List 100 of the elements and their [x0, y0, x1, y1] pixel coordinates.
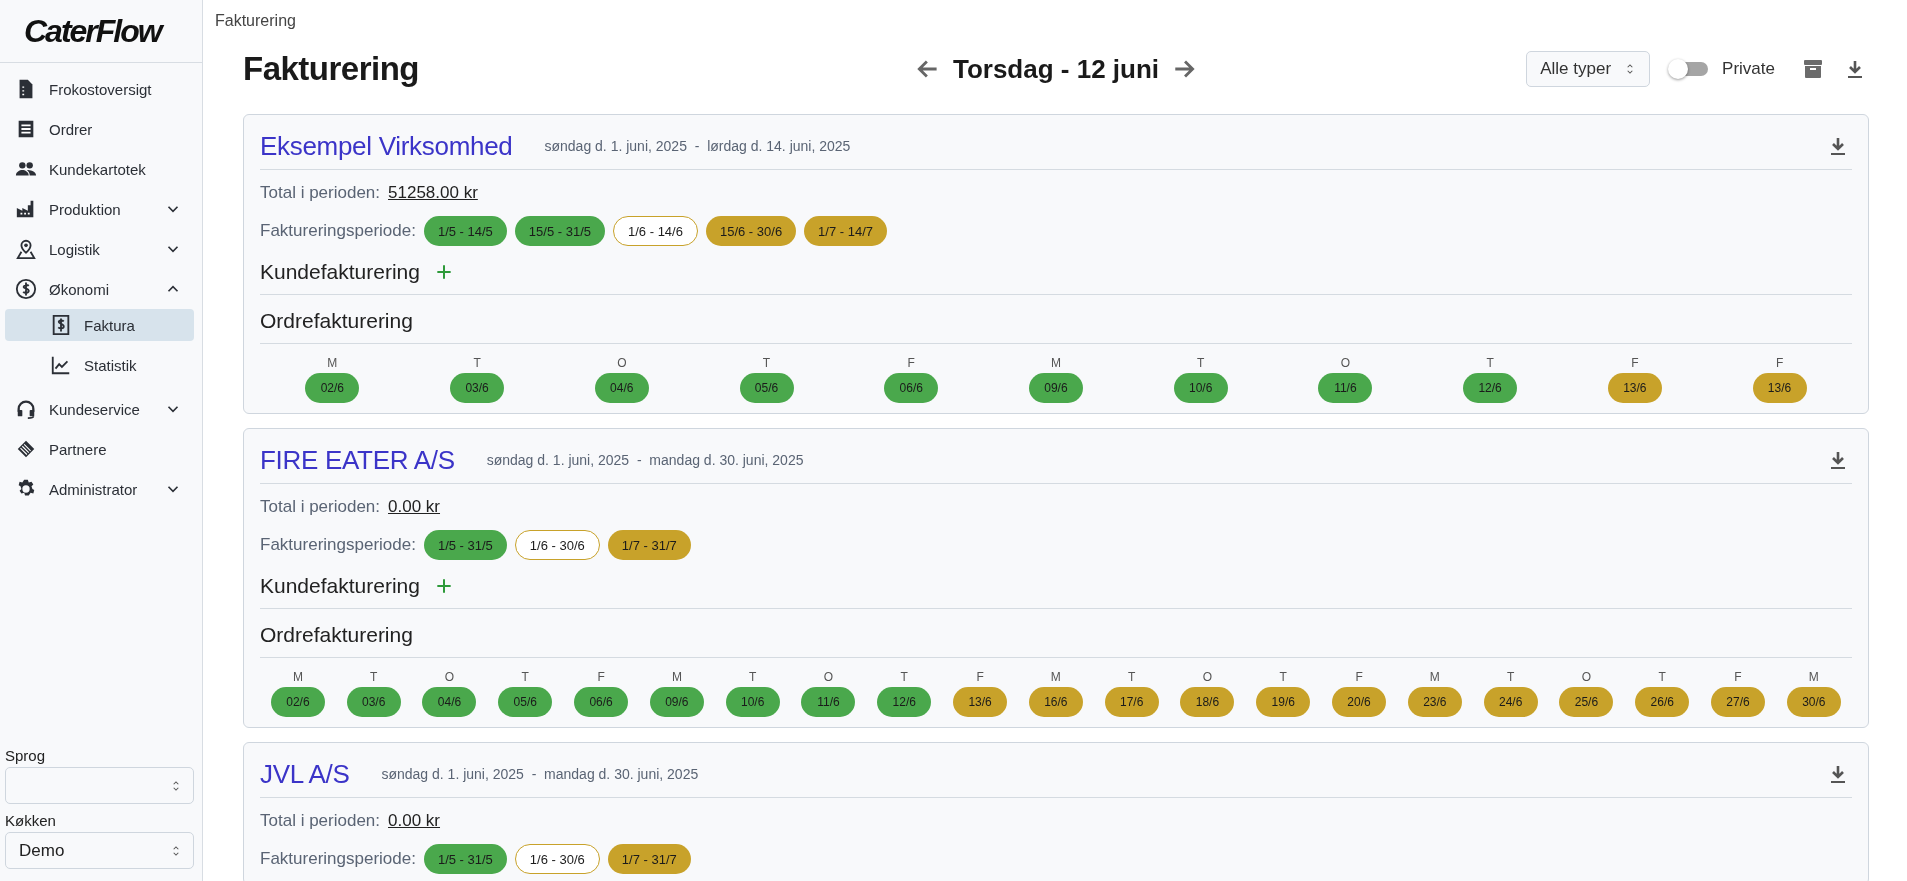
nav-item[interactable]: Kundekartotek	[0, 149, 202, 189]
period-chip[interactable]: 15/5 - 31/5	[514, 216, 605, 246]
toggle-label: Private	[1722, 59, 1775, 79]
day-chip[interactable]: 05/6	[498, 687, 553, 717]
weekday-label: F	[1734, 670, 1742, 684]
day-chip[interactable]: 09/6	[1028, 373, 1083, 403]
period-chip[interactable]: 1/7 - 14/7	[804, 216, 888, 246]
total-label: Total i perioden:	[260, 497, 381, 517]
period-chip[interactable]: 1/5 - 31/5	[423, 844, 507, 874]
day-chip[interactable]: 02/6	[270, 687, 325, 717]
day-chip[interactable]: 16/6	[1028, 687, 1083, 717]
nav-item[interactable]: Kundeservice	[0, 389, 202, 429]
period-chip[interactable]: 1/6 - 30/6	[514, 530, 600, 560]
period-chip[interactable]: 1/6 - 14/6	[613, 216, 698, 246]
section-title: Ordrefakturering	[260, 623, 413, 647]
map-pin-icon	[15, 238, 37, 260]
day-chip[interactable]: 25/6	[1559, 687, 1614, 717]
nav-item[interactable]: Produktion	[0, 189, 202, 229]
weekday-label: T	[1128, 670, 1136, 684]
day-chip[interactable]: 19/6	[1256, 687, 1311, 717]
day-chip[interactable]: 12/6	[877, 687, 932, 717]
day-chip[interactable]: 26/6	[1635, 687, 1690, 717]
day-chip[interactable]: 06/6	[574, 687, 629, 717]
company-name[interactable]: FIRE EATER A/S	[260, 444, 455, 476]
day-chip[interactable]: 11/6	[801, 687, 856, 717]
page-title: Fakturering	[243, 50, 420, 88]
day-chip[interactable]: 04/6	[594, 373, 649, 403]
breadcrumb[interactable]: Fakturering	[203, 0, 296, 30]
weekday-label: T	[900, 670, 908, 684]
weekday-label: O	[1202, 670, 1213, 684]
type-filter-select[interactable]: Alle typer	[1526, 51, 1651, 87]
day-chip[interactable]: 03/6	[346, 687, 401, 717]
weekday-label: O	[1581, 670, 1592, 684]
weekday-label: T	[762, 356, 771, 370]
weekday-label: O	[1340, 356, 1351, 370]
line-chart-icon	[50, 354, 72, 376]
day-chip[interactable]: 10/6	[1173, 373, 1228, 403]
field-label: Køkken	[5, 812, 57, 829]
period-chip[interactable]: 1/7 - 31/7	[607, 844, 691, 874]
day-chip[interactable]: 18/6	[1180, 687, 1235, 717]
period-chip[interactable]: 1/5 - 31/5	[423, 530, 507, 560]
weekday-label: F	[907, 356, 915, 370]
company-name[interactable]: Eksempel Virksomhed	[260, 130, 513, 162]
day-chip[interactable]: 13/6	[953, 687, 1008, 717]
day-chip[interactable]: 12/6	[1463, 373, 1518, 403]
day-chip[interactable]: 05/6	[739, 373, 794, 403]
total-label: Total i perioden:	[260, 183, 381, 203]
day-chip[interactable]: 09/6	[649, 687, 704, 717]
nav-item[interactable]: Ordrer	[0, 109, 202, 149]
period-label: Faktureringsperiode:	[260, 221, 416, 241]
headset-icon	[15, 398, 37, 420]
period-chip[interactable]: 1/5 - 14/5	[423, 216, 507, 246]
day-chip[interactable]: 10/6	[725, 687, 780, 717]
invoice-icon	[50, 314, 72, 336]
nav-item[interactable]: Økonomi	[0, 269, 202, 309]
day-chip[interactable]: 13/6	[1607, 373, 1662, 403]
total-amount[interactable]: 0.00 kr	[388, 811, 440, 831]
period-chip[interactable]: 15/6 - 30/6	[705, 216, 797, 246]
weekday-label: M	[671, 670, 682, 684]
section-title: Kundefakturering	[260, 574, 420, 598]
day-chip[interactable]: 17/6	[1104, 687, 1159, 717]
weekday-label: T	[1506, 670, 1515, 684]
day-chip[interactable]: 30/6	[1786, 687, 1841, 717]
weekday-label: T	[1279, 670, 1287, 684]
select-field[interactable]	[5, 767, 194, 804]
company-name[interactable]: JVL A/S	[260, 758, 350, 790]
day-chip[interactable]: 20/6	[1332, 687, 1387, 717]
day-chip[interactable]: 02/6	[305, 373, 360, 403]
weekday-label: F	[1631, 356, 1639, 370]
nav-item[interactable]: Statistik	[5, 349, 194, 381]
section-title: Ordrefakturering	[260, 309, 413, 333]
day-chip[interactable]: 04/6	[422, 687, 477, 717]
day-chip[interactable]: 13/6	[1752, 373, 1807, 403]
day-chip[interactable]: 27/6	[1711, 687, 1766, 717]
weekday-label: T	[473, 356, 481, 370]
period-chip[interactable]: 1/6 - 30/6	[514, 844, 600, 874]
period-label: Faktureringsperiode:	[260, 535, 416, 555]
total-amount[interactable]: 0.00 kr	[388, 497, 440, 517]
nav-item[interactable]: Logistik	[0, 229, 202, 269]
section-title: Kundefakturering	[260, 260, 420, 284]
weekday-label: M	[292, 670, 303, 684]
total-amount[interactable]: 51258.00 kr	[388, 183, 478, 203]
nav-item[interactable]: Faktura	[5, 309, 194, 341]
weekday-label: M	[327, 356, 338, 370]
day-chip[interactable]: 06/6	[884, 373, 939, 403]
archive-icon	[1801, 57, 1825, 81]
total-label: Total i perioden:	[260, 811, 381, 831]
dollar-icon	[15, 278, 37, 300]
day-chip[interactable]: 11/6	[1318, 373, 1373, 403]
nav-item[interactable]: Partnere	[0, 429, 202, 469]
day-chip[interactable]: 23/6	[1407, 687, 1462, 717]
weekday-label: T	[521, 670, 529, 684]
day-chip[interactable]: 03/6	[450, 373, 505, 403]
nav-item[interactable]: Frokostoversigt	[0, 69, 202, 109]
period-chip[interactable]: 1/7 - 31/7	[607, 530, 691, 560]
toggle-switch[interactable]	[1670, 62, 1709, 76]
nav-item[interactable]: Administrator	[0, 469, 202, 509]
weekday-label: O	[444, 670, 455, 684]
select-field[interactable]: Demo	[5, 832, 194, 869]
day-chip[interactable]: 24/6	[1483, 687, 1538, 717]
